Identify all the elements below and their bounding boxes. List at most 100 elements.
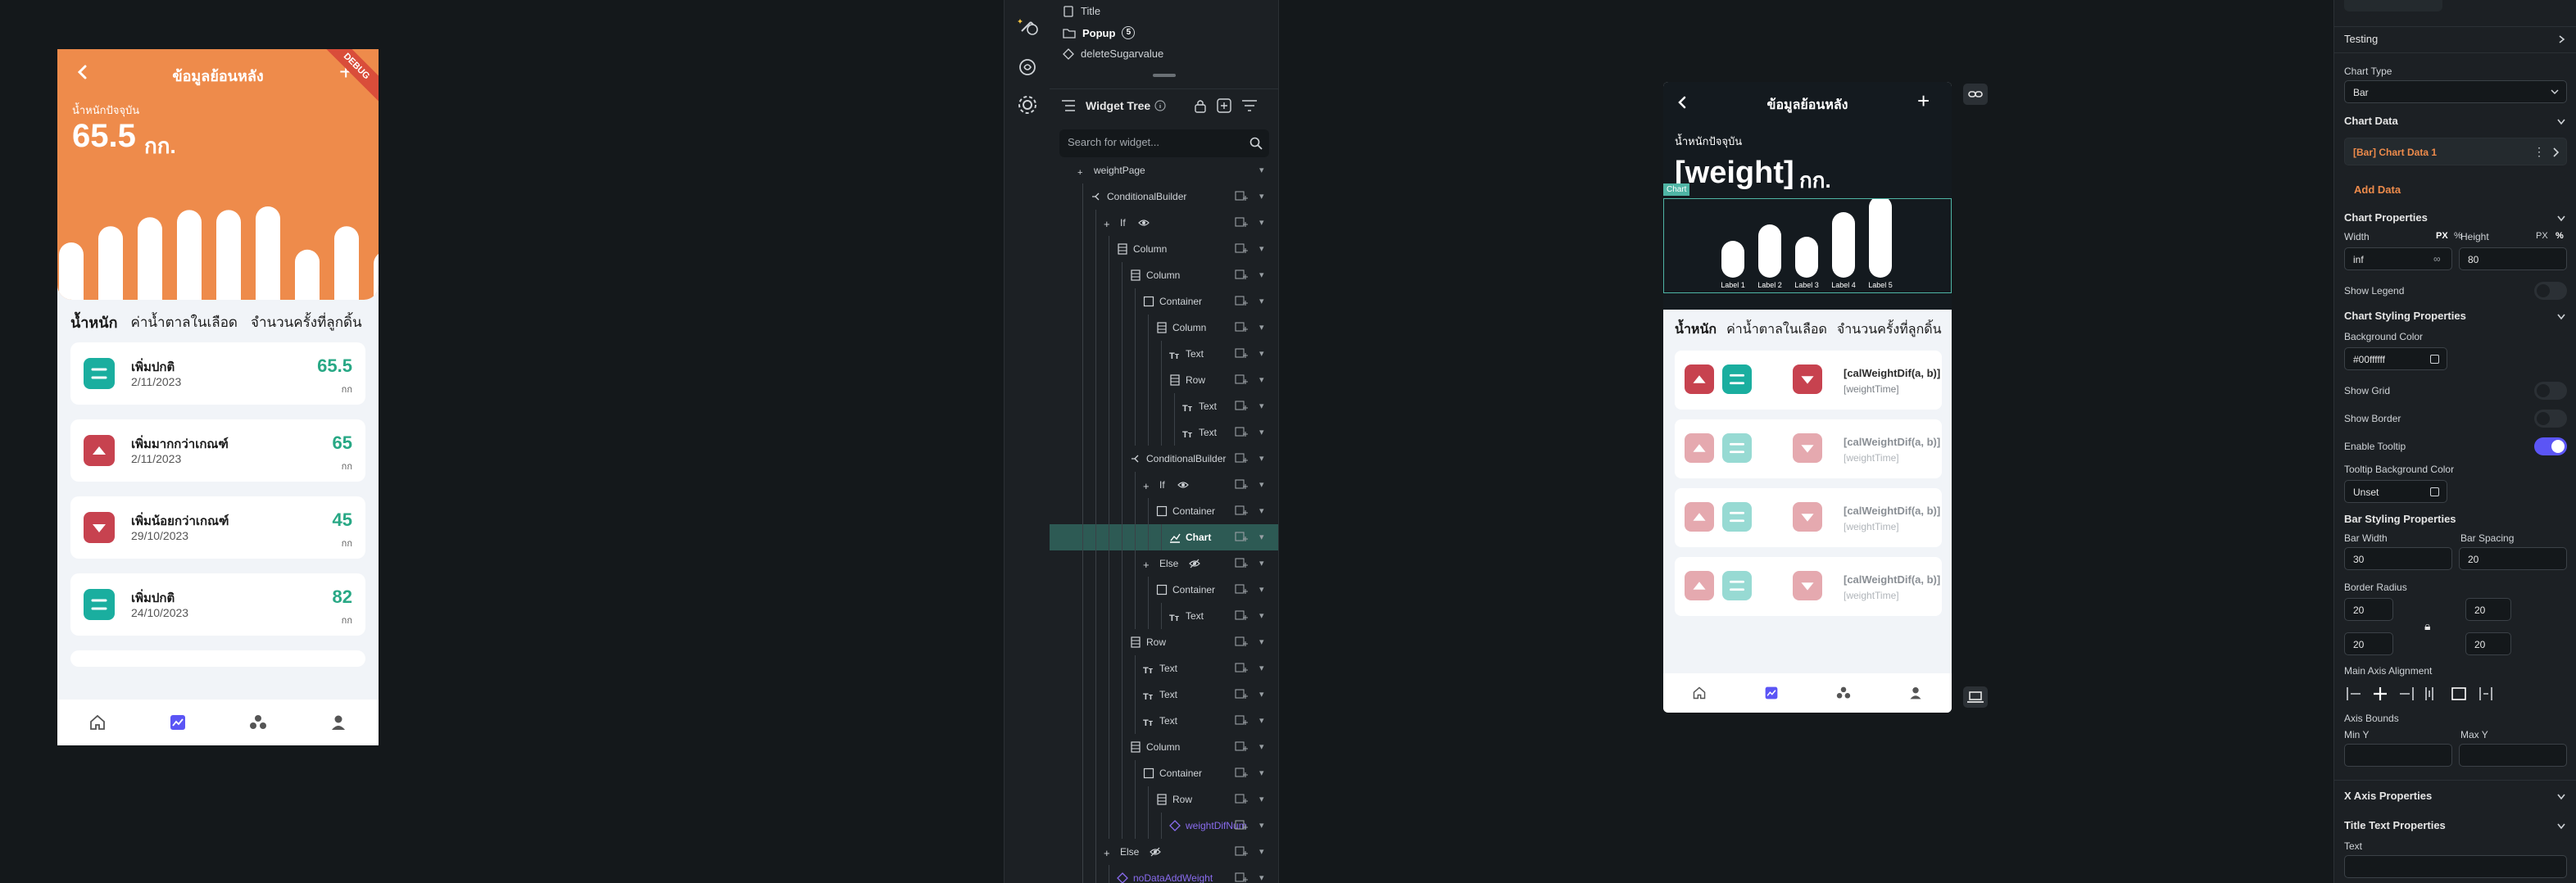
expand-caret-icon[interactable]: ▾ — [1259, 610, 1264, 621]
resize-handle[interactable] — [1153, 74, 1176, 77]
expand-caret-icon[interactable]: ▾ — [1259, 872, 1264, 883]
chevron-right-icon[interactable] — [2556, 34, 2567, 45]
expand-caret-icon[interactable]: ▾ — [1259, 322, 1264, 333]
expand-caret-icon[interactable]: ▾ — [1259, 479, 1264, 490]
expand-caret-icon[interactable]: ▾ — [1259, 453, 1264, 464]
list-item[interactable]: [calWeightDif(a, b)] [weightTime] — [1675, 557, 1942, 616]
add-child-icon[interactable] — [1235, 794, 1248, 805]
list-item[interactable]: [calWeightDif(a, b)] [weightTime] — [1675, 419, 1942, 478]
min-y-input[interactable] — [2344, 744, 2452, 767]
add-child-icon[interactable] — [1235, 191, 1248, 202]
tree-node-else[interactable]: + Else ▾ — [1050, 839, 1278, 865]
x-axis-section[interactable]: X Axis Properties — [2344, 790, 2432, 802]
expand-caret-icon[interactable]: ▾ — [1259, 374, 1264, 385]
expand-caret-icon[interactable]: ▾ — [1259, 348, 1264, 359]
expand-caret-icon[interactable]: ▾ — [1259, 505, 1264, 516]
bar-spacing-input[interactable]: 20 — [2459, 547, 2567, 570]
tab-2[interactable]: จำนวนครั้งที่ลูกดิ้น — [1837, 319, 1942, 340]
list-item[interactable]: เพิ่มปกติ 2/11/2023 65.5 กก — [70, 342, 365, 405]
add-child-icon[interactable] — [1235, 427, 1248, 438]
tree-node-container[interactable]: Container ▾ — [1050, 760, 1278, 786]
device-preview-button[interactable] — [1963, 686, 1988, 708]
tree-node-text[interactable]: Tт Text ▾ — [1050, 341, 1278, 367]
show-grid-toggle[interactable] — [2534, 382, 2567, 400]
bar-width-input[interactable]: 30 — [2344, 547, 2452, 570]
enable-tooltip-toggle[interactable] — [2534, 437, 2567, 455]
tree-node-text[interactable]: Tт Text ▾ — [1050, 393, 1278, 419]
height-unit-percent[interactable]: % — [2556, 231, 2564, 241]
add-child-icon[interactable] — [1235, 374, 1248, 386]
editor-canvas-phone[interactable]: ข้อมูลย้อนหลัง + น้ำหนักปัจจุบัน [weight… — [1663, 82, 1952, 713]
width-input[interactable]: inf ∞ — [2344, 247, 2452, 270]
chevron-down-icon[interactable] — [2556, 115, 2567, 127]
eye-off-icon[interactable] — [1150, 846, 1161, 858]
color-swatch[interactable] — [2430, 487, 2439, 496]
community-icon[interactable] — [249, 713, 267, 731]
testing-section[interactable]: Testing — [2344, 33, 2378, 45]
tab-1[interactable]: ค่าน้ำตาลในเลือด — [1726, 319, 1827, 340]
tree-node-container[interactable]: Container ▾ — [1050, 498, 1278, 524]
add-child-icon[interactable] — [1235, 715, 1248, 727]
expand-caret-icon[interactable]: ▾ — [1259, 427, 1264, 437]
add-child-icon[interactable] — [1235, 479, 1248, 491]
tab-2[interactable]: จำนวนครั้งที่ลูกดิ้น — [251, 311, 362, 333]
list-item[interactable]: [calWeightDif(a, b)] [weightTime] — [1675, 488, 1942, 547]
ai-assist-icon[interactable] — [1014, 54, 1041, 80]
add-child-icon[interactable] — [1235, 401, 1248, 412]
tree-node-row[interactable]: Row ▾ — [1050, 786, 1278, 813]
tree-node-column[interactable]: Column ▾ — [1050, 262, 1278, 288]
tree-node-conditionalbuilder[interactable]: ConditionalBuilder ▾ — [1050, 446, 1278, 472]
chart-icon[interactable] — [169, 713, 187, 731]
add-child-icon[interactable] — [1235, 584, 1248, 595]
list-item-partial[interactable] — [70, 650, 365, 667]
expand-caret-icon[interactable]: ▾ — [1259, 165, 1264, 175]
chart-icon[interactable] — [1764, 686, 1779, 700]
radius-bottom-left-input[interactable]: 20 — [2344, 632, 2393, 655]
add-icon[interactable]: + — [1917, 88, 1930, 114]
expand-caret-icon[interactable]: ▾ — [1259, 636, 1264, 647]
tree-item-title[interactable]: Title — [1063, 5, 1100, 17]
eye-icon[interactable] — [1138, 217, 1150, 229]
home-icon[interactable] — [1692, 686, 1707, 700]
chevron-right-icon[interactable] — [2550, 147, 2561, 158]
add-child-icon[interactable] — [1235, 820, 1248, 831]
add-child-icon[interactable] — [1235, 636, 1248, 648]
list-item[interactable]: เพิ่มมากกว่าเกณฑ์ 2/11/2023 65 กก — [70, 419, 365, 482]
expand-caret-icon[interactable]: ▾ — [1259, 820, 1264, 831]
profile-icon[interactable] — [1908, 686, 1923, 700]
community-icon[interactable] — [1836, 686, 1851, 700]
expand-caret-icon[interactable]: ▾ — [1259, 191, 1264, 202]
chevron-down-icon[interactable] — [2556, 310, 2567, 322]
alignment-icons[interactable] — [2344, 685, 2508, 703]
list-item[interactable]: เพิ่มปกติ 24/10/2023 82 กก — [70, 573, 365, 636]
expand-caret-icon[interactable]: ▾ — [1259, 741, 1264, 752]
expand-caret-icon[interactable]: ▾ — [1259, 558, 1264, 568]
link-toggle-button[interactable] — [1963, 84, 1988, 105]
tab-0[interactable]: น้ำหนัก — [70, 310, 117, 334]
tree-node-text[interactable]: Tт Text ▾ — [1050, 708, 1278, 734]
tree-node-weightdifnum[interactable]: weightDifNum ▾ — [1050, 813, 1278, 839]
color-swatch[interactable] — [2430, 355, 2439, 364]
add-child-icon[interactable] — [1235, 269, 1248, 281]
tooltip-bg-input[interactable]: Unset — [2344, 480, 2447, 503]
tree-node-nodataaddweight[interactable]: noDataAddWeight ▾ — [1050, 865, 1278, 883]
search-icon[interactable] — [1249, 137, 1263, 150]
bar-styling-section[interactable]: Bar Styling Properties — [2344, 513, 2456, 525]
tree-node-container[interactable]: Container ▾ — [1050, 577, 1278, 603]
tree-node-if[interactable]: + If ▾ — [1050, 210, 1278, 236]
add-child-icon[interactable] — [1235, 296, 1248, 307]
width-unit-px[interactable]: PX — [2436, 231, 2448, 241]
tree-node-else[interactable]: + Else ▾ — [1050, 550, 1278, 577]
height-unit-px[interactable]: PX — [2536, 231, 2548, 241]
tree-item-delete-sugar[interactable]: deleteSugarvalue — [1063, 48, 1163, 60]
add-child-icon[interactable] — [1235, 322, 1248, 333]
expand-caret-icon[interactable]: ▾ — [1259, 217, 1264, 228]
eye-icon[interactable] — [1177, 479, 1189, 491]
chevron-down-icon[interactable] — [2556, 212, 2567, 224]
magic-edit-icon[interactable] — [1014, 13, 1041, 39]
tree-node-if[interactable]: + If ▾ — [1050, 472, 1278, 498]
chevron-down-icon[interactable] — [2556, 790, 2567, 802]
settings-gear-icon[interactable] — [1014, 92, 1041, 118]
tree-node-column[interactable]: Column ▾ — [1050, 236, 1278, 262]
expand-caret-icon[interactable]: ▾ — [1259, 401, 1264, 411]
